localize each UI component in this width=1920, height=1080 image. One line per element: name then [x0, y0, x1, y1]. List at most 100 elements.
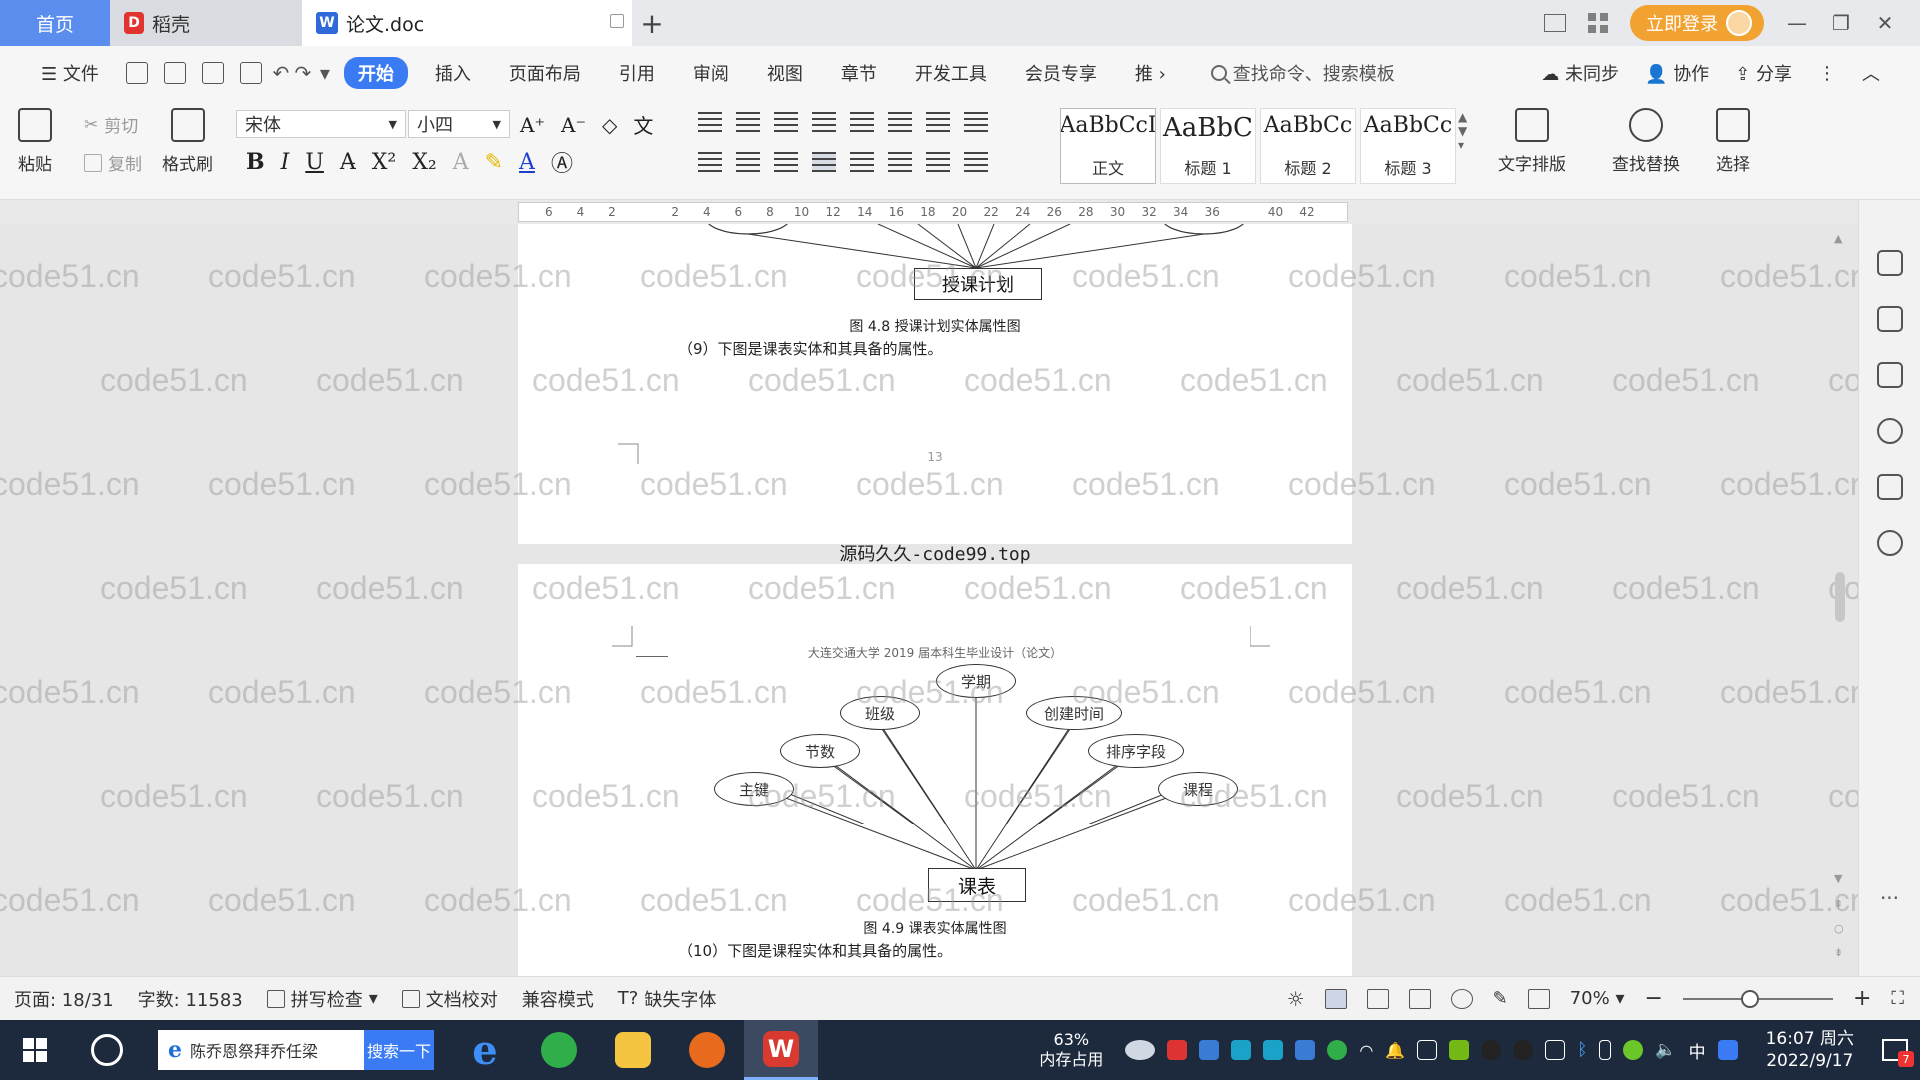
pointer-icon[interactable] [1876, 306, 1903, 332]
taskbar-search-input[interactable]: e 陈乔恩祭拜乔任梁 [158, 1030, 364, 1070]
strikethrough-icon[interactable]: A̶ [340, 150, 356, 175]
start-button[interactable] [0, 1038, 70, 1062]
chinese-layout-icon[interactable] [850, 112, 874, 132]
pen-icon[interactable] [1876, 250, 1903, 276]
help-icon[interactable] [1876, 418, 1903, 444]
spell-check-button[interactable]: 拼写检查 ▾ [266, 986, 378, 1012]
cut-button[interactable]: ✂ 剪切 [84, 112, 138, 138]
taskbar-app-browser[interactable] [522, 1020, 596, 1080]
menu-tab-more[interactable]: 推 › [1116, 60, 1185, 86]
previous-page-icon[interactable]: ⇞ [1834, 898, 1843, 911]
tray-app-icon[interactable] [1199, 1040, 1220, 1060]
sync-status[interactable]: ☁ 未同步 [1541, 60, 1619, 86]
fit-page-icon[interactable] [1527, 988, 1550, 1009]
search-tray-icon[interactable] [1717, 1040, 1738, 1060]
zoom-in-button[interactable]: + [1853, 986, 1871, 1011]
increase-indent-icon[interactable] [812, 112, 836, 132]
taskbar-app-ie[interactable]: e [448, 1020, 522, 1080]
eye-protection-icon[interactable]: ☼ [1287, 987, 1305, 1011]
menu-tab-view[interactable]: 视图 [748, 60, 822, 86]
undo-icon[interactable]: ↶ [270, 61, 292, 85]
page-view-icon[interactable] [1324, 988, 1347, 1009]
scroll-down-icon[interactable]: ▼ [1834, 872, 1842, 885]
missing-font-button[interactable]: T? 缺失字体 [618, 986, 717, 1012]
tray-app-icon[interactable] [1263, 1040, 1284, 1060]
find-replace-button[interactable]: 查找替换 [1612, 108, 1680, 175]
export-icon[interactable] [163, 62, 186, 84]
font-size-select[interactable]: 小四 ▼ [408, 110, 510, 138]
battery-icon[interactable] [1545, 1040, 1566, 1060]
save-icon[interactable] [125, 62, 148, 84]
weather-icon[interactable] [1125, 1040, 1156, 1060]
menu-tab-review[interactable]: 审阅 [674, 60, 748, 86]
nvidia-icon[interactable] [1449, 1040, 1470, 1060]
share-button[interactable]: ⇪ 分享 [1735, 60, 1792, 86]
subscript-icon[interactable]: X₂ [412, 150, 436, 175]
minimize-button[interactable]: — [1786, 11, 1808, 35]
compass-icon[interactable] [1876, 530, 1903, 556]
outline-view-icon[interactable] [1366, 988, 1389, 1009]
usb-icon[interactable] [1599, 1040, 1612, 1060]
shield-icon[interactable] [1295, 1040, 1316, 1060]
close-button[interactable]: ✕ [1874, 11, 1896, 35]
text-layout-button[interactable]: 文字排版 [1498, 108, 1566, 175]
login-button[interactable]: 立即登录 [1630, 5, 1764, 41]
bell-icon[interactable]: 🔔 [1385, 1041, 1405, 1060]
taskbar-search[interactable]: e 陈乔恩祭拜乔任梁 搜索一下 [158, 1030, 434, 1070]
decrease-indent-icon[interactable] [774, 112, 798, 132]
fullscreen-icon[interactable]: ⛶ [1891, 988, 1904, 1009]
volume-icon[interactable]: 🔈 [1655, 1040, 1676, 1060]
reading-view-icon[interactable] [1408, 988, 1431, 1009]
web-view-icon[interactable] [1450, 988, 1473, 1009]
restore-button[interactable]: ❐ [1830, 11, 1852, 35]
scroll-thumb[interactable] [1835, 572, 1845, 622]
notification-icon[interactable]: 7 [1882, 1039, 1914, 1067]
zoom-out-button[interactable]: − [1645, 986, 1663, 1011]
align-left-icon[interactable] [698, 152, 722, 172]
zoom-slider[interactable] [1682, 989, 1833, 1008]
text-effect-icon[interactable]: A [453, 150, 469, 175]
tray-app-icon[interactable] [1417, 1040, 1438, 1060]
font-name-select[interactable]: 宋体 ▼ [236, 110, 406, 138]
command-search[interactable]: 查找命令、搜索模板 [1210, 60, 1395, 86]
backup-icon[interactable] [1876, 474, 1903, 500]
select-button[interactable]: 选择 [1716, 108, 1750, 175]
menu-tab-references[interactable]: 引用 [600, 60, 674, 86]
style-heading-2[interactable]: AaBbCc 标题 2 [1260, 108, 1356, 184]
distributed-align-icon[interactable] [850, 152, 874, 172]
tab-document[interactable]: W 论文.doc [302, 0, 632, 46]
bold-icon[interactable]: B [246, 149, 265, 175]
clear-format-icon[interactable]: ◇ [602, 113, 617, 137]
numbered-list-icon[interactable] [736, 112, 760, 132]
taskbar-app-game[interactable] [670, 1020, 744, 1080]
char-border-icon[interactable]: Ⓐ [551, 146, 573, 178]
menu-tab-insert[interactable]: 插入 [416, 60, 490, 86]
show-marks-icon[interactable] [926, 112, 950, 132]
zoom-slider-knob[interactable] [1740, 989, 1759, 1008]
taskbar-app-explorer[interactable] [596, 1020, 670, 1080]
increase-font-icon[interactable]: A⁺ [520, 113, 545, 137]
align-right-icon[interactable] [774, 152, 798, 172]
format-painter-button[interactable]: 格式刷 [162, 108, 213, 175]
highlight-icon[interactable]: ✎ [485, 150, 503, 175]
ime-indicator[interactable]: 中 [1689, 1038, 1706, 1063]
qq-icon[interactable] [1513, 1040, 1534, 1060]
taskbar-app-wps[interactable]: W [744, 1020, 818, 1080]
taskbar-search-button[interactable]: 搜索一下 [364, 1030, 434, 1070]
style-heading-1[interactable]: AaBbC 标题 1 [1160, 108, 1256, 184]
align-justify-icon[interactable] [812, 152, 836, 172]
doc-proof-button[interactable]: 文档校对 [401, 986, 498, 1012]
adjust-icon[interactable] [1876, 362, 1903, 388]
collapse-ribbon-icon[interactable]: ︿ [1862, 60, 1880, 86]
page[interactable]: 授课计划 图 4.8 授课计划实体属性图 （9）下图是课表实体和其具备的属性。 … [518, 224, 1352, 544]
qq-icon[interactable] [1481, 1040, 1502, 1060]
write-mode-icon[interactable]: ✎ [1493, 988, 1508, 1009]
layout-icon[interactable] [1544, 14, 1566, 32]
tray-app-icon[interactable] [1167, 1040, 1188, 1060]
print-preview-icon[interactable] [239, 62, 262, 84]
pinyin-icon[interactable]: 文 [633, 110, 653, 139]
sort-icon[interactable] [888, 112, 912, 132]
bluetooth-icon[interactable]: ᛒ [1577, 1040, 1587, 1060]
style-normal[interactable]: AaBbCcI 正文 [1060, 108, 1156, 184]
tab-daoke[interactable]: D 稻壳 [110, 0, 302, 46]
